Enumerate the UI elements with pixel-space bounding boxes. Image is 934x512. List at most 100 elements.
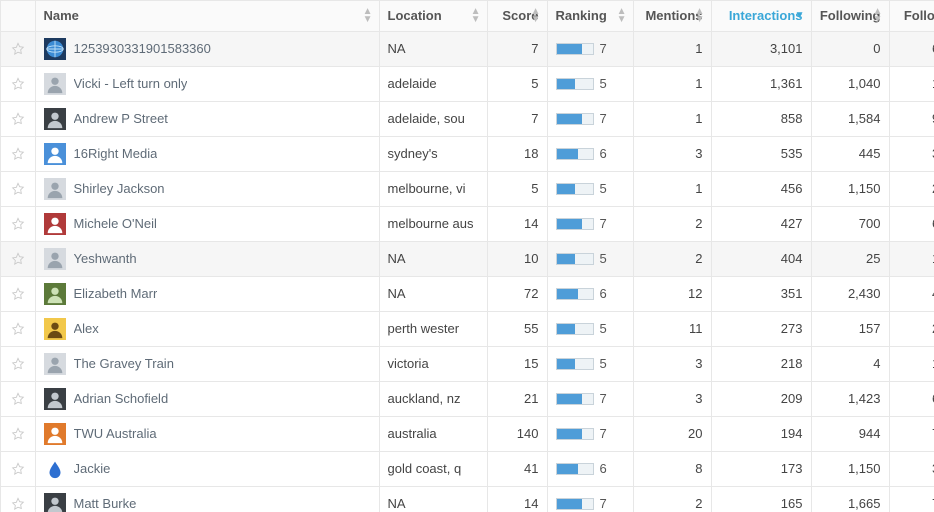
profile-link[interactable]: Shirley Jackson [74, 181, 165, 196]
col-header-score[interactable]: Score▲▼ [487, 1, 547, 31]
profile-link[interactable]: Vicki - Left turn only [74, 76, 188, 91]
col-header-ranking[interactable]: Ranking▲▼ [547, 1, 633, 31]
table-row[interactable]: Andrew P Streetadelaide, sou7718581,5849… [1, 101, 934, 136]
location-cell: adelaide [379, 66, 487, 101]
interactions-cell: 427 [711, 206, 811, 241]
score-cell: 72 [487, 276, 547, 311]
location-cell: melbourne aus [379, 206, 487, 241]
table-row[interactable]: Shirley Jacksonmelbourne, vi5514561,1502… [1, 171, 934, 206]
following-cell: 1,423 [811, 381, 889, 416]
ranking-cell: 5 [547, 171, 633, 206]
profile-link[interactable]: 1253930331901583360 [74, 41, 211, 56]
col-header-interactions[interactable]: Interactions▼ [711, 1, 811, 31]
ranking-cell: 7 [547, 416, 633, 451]
col-header-star[interactable] [1, 1, 35, 31]
profile-link[interactable]: Elizabeth Marr [74, 286, 158, 301]
table-row[interactable]: The Gravey Trainvictoria155321841,869 [1, 346, 934, 381]
following-cell: 445 [811, 136, 889, 171]
star-cell[interactable] [1, 451, 35, 486]
table-row[interactable]: 16Right Mediasydney's18635354453,561 [1, 136, 934, 171]
avatar-icon [44, 213, 66, 235]
star-cell[interactable] [1, 276, 35, 311]
star-outline-icon [10, 426, 26, 442]
table-row[interactable]: 1253930331901583360NA7713,10106,709 [1, 31, 934, 66]
table-header-row: Name▲▼ Location▲▼ Score▲▼ Ranking▲▼ Ment… [1, 1, 934, 31]
sort-icon: ▲▼ [617, 8, 627, 24]
col-header-location[interactable]: Location▲▼ [379, 1, 487, 31]
location-cell: NA [379, 276, 487, 311]
ranking-value: 7 [600, 496, 607, 511]
star-cell[interactable] [1, 241, 35, 276]
star-cell[interactable] [1, 346, 35, 381]
col-header-name[interactable]: Name▲▼ [35, 1, 379, 31]
ranking-bar [556, 428, 594, 440]
profile-link[interactable]: Alex [74, 321, 99, 336]
ranking-cell: 5 [547, 241, 633, 276]
star-cell[interactable] [1, 31, 35, 66]
profile-link[interactable]: Jackie [74, 461, 111, 476]
table-row[interactable]: Alexperth wester555112731572,805 [1, 311, 934, 346]
following-cell: 1,665 [811, 486, 889, 512]
avatar-icon [44, 283, 66, 305]
ranking-value: 6 [600, 461, 607, 476]
profile-link[interactable]: Matt Burke [74, 496, 137, 511]
star-cell[interactable] [1, 206, 35, 241]
star-cell[interactable] [1, 101, 35, 136]
table-row[interactable]: TWU Australiaaustralia1407201949447,214 [1, 416, 934, 451]
followers-cell: 7,655 [889, 486, 934, 512]
interactions-cell: 194 [711, 416, 811, 451]
table-row[interactable]: Elizabeth MarrNA726123512,4304,261 [1, 276, 934, 311]
profile-link[interactable]: TWU Australia [74, 426, 157, 441]
score-cell: 15 [487, 346, 547, 381]
ranking-bar [556, 183, 594, 195]
score-cell: 21 [487, 381, 547, 416]
score-cell: 7 [487, 101, 547, 136]
col-header-mentions[interactable]: Mentions▲▼ [633, 1, 711, 31]
location-cell: perth wester [379, 311, 487, 346]
mentions-cell: 2 [633, 486, 711, 512]
table-row[interactable]: Michele O'Neilmelbourne aus14724277006,2… [1, 206, 934, 241]
star-cell[interactable] [1, 381, 35, 416]
avatar-icon [44, 73, 66, 95]
sort-icon: ▲▼ [363, 8, 373, 24]
star-cell[interactable] [1, 311, 35, 346]
profile-link[interactable]: Adrian Schofield [74, 391, 169, 406]
star-outline-icon [10, 181, 26, 197]
ranking-value: 7 [600, 426, 607, 441]
mentions-cell: 1 [633, 66, 711, 101]
ranking-bar [556, 463, 594, 475]
ranking-cell: 6 [547, 276, 633, 311]
table-row[interactable]: Jackiegold coast, q41681731,1503,005 [1, 451, 934, 486]
table-row[interactable]: Vicki - Left turn onlyadelaide5511,3611,… [1, 66, 934, 101]
ranking-cell: 5 [547, 66, 633, 101]
avatar-icon [44, 458, 66, 480]
name-cell: Adrian Schofield [35, 381, 379, 416]
ranking-value: 5 [600, 251, 607, 266]
profile-link[interactable]: Yeshwanth [74, 251, 137, 266]
profile-link[interactable]: Michele O'Neil [74, 216, 157, 231]
profile-link[interactable]: 16Right Media [74, 146, 158, 161]
profile-link[interactable]: Andrew P Street [74, 111, 168, 126]
ranking-cell: 6 [547, 451, 633, 486]
star-cell[interactable] [1, 66, 35, 101]
avatar-icon [44, 353, 66, 375]
ranking-bar [556, 498, 594, 510]
location-cell: sydney's [379, 136, 487, 171]
star-cell[interactable] [1, 416, 35, 451]
interactions-cell: 1,361 [711, 66, 811, 101]
table-row[interactable]: Matt BurkeNA14721651,6657,655 [1, 486, 934, 512]
col-header-following[interactable]: Following▲▼ [811, 1, 889, 31]
star-outline-icon [10, 391, 26, 407]
followers-cell: 6,278 [889, 206, 934, 241]
table-row[interactable]: Adrian Schofieldauckland, nz21732091,423… [1, 381, 934, 416]
ranking-value: 6 [600, 286, 607, 301]
interactions-cell: 173 [711, 451, 811, 486]
table-row[interactable]: YeshwanthNA1052404251,393 [1, 241, 934, 276]
star-cell[interactable] [1, 486, 35, 512]
score-cell: 5 [487, 66, 547, 101]
star-cell[interactable] [1, 136, 35, 171]
profile-link[interactable]: The Gravey Train [74, 356, 174, 371]
avatar-icon [44, 38, 66, 60]
col-header-followers[interactable]: Followers▲▼ [889, 1, 934, 31]
star-cell[interactable] [1, 171, 35, 206]
